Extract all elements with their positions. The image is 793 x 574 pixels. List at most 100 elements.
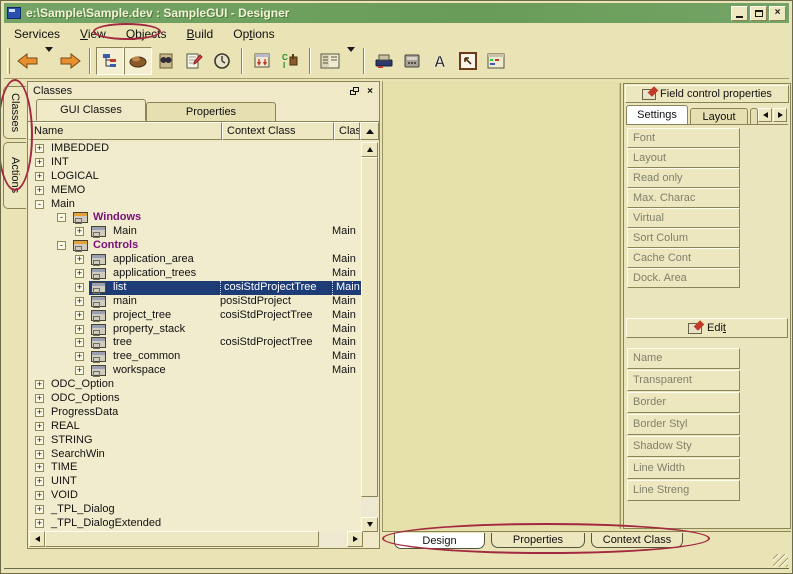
edit-document-button[interactable] [180, 47, 208, 75]
tree-row-imbedded[interactable]: +IMBEDDED [29, 142, 363, 156]
tree-row-application_area[interactable]: +application_areaMain [29, 253, 363, 267]
field-tab-partial[interactable] [750, 108, 758, 124]
property-button-virtual[interactable]: Virtual [627, 208, 740, 228]
property-button-line-width[interactable]: Line Width [627, 458, 740, 479]
property-button-font[interactable]: Font [627, 128, 740, 148]
close-panel-button[interactable]: × [363, 85, 377, 98]
tree-vertical-scrollbar[interactable] [361, 142, 378, 532]
property-button-layout[interactable]: Layout [627, 148, 740, 168]
expand-box[interactable]: + [35, 144, 44, 153]
tree-row-memo[interactable]: +MEMO [29, 184, 363, 198]
import-window-button[interactable] [248, 47, 276, 75]
device-button[interactable] [398, 47, 426, 75]
tree-row-string[interactable]: +STRING [29, 434, 363, 448]
tab-scroll-left-button[interactable] [758, 108, 772, 122]
menu-item-build[interactable]: Build [177, 25, 224, 43]
expand-box[interactable]: + [35, 172, 44, 181]
tree-row-application_trees[interactable]: +application_treesMain [29, 267, 363, 281]
close-button[interactable]: × [769, 6, 786, 21]
expand-box[interactable]: + [35, 394, 44, 403]
tree-row-list[interactable]: +listcosiStdProjectTreeMain [29, 281, 363, 295]
minimize-button[interactable] [731, 6, 748, 21]
tree-row-tree[interactable]: +treecosiStdProjectTreeMain [29, 336, 363, 350]
class-hierarchy-button[interactable] [96, 47, 124, 75]
tree-row-uint[interactable]: +UINT [29, 475, 363, 489]
expand-box[interactable]: + [75, 255, 84, 264]
float-panel-button[interactable] [347, 85, 361, 98]
property-button-shadow-sty[interactable]: Shadow Sty [627, 436, 740, 457]
expand-box[interactable]: + [75, 311, 84, 320]
tree-row-main[interactable]: -Main [29, 198, 363, 212]
property-button-dock-area[interactable]: Dock. Area [627, 268, 740, 288]
dock-tab-classes[interactable]: Classes [3, 86, 26, 139]
field-tab-settings[interactable]: Settings [626, 105, 688, 124]
tree-row-main[interactable]: +MainMain [29, 225, 363, 239]
tree-row-logical[interactable]: +LOGICAL [29, 170, 363, 184]
expand-box[interactable]: + [75, 227, 84, 236]
property-button-sort-colum[interactable]: Sort Colum [627, 228, 740, 248]
tree-row-real[interactable]: +REAL [29, 420, 363, 434]
class-installer-button[interactable]: CI [276, 47, 304, 75]
expand-box[interactable]: + [75, 366, 84, 375]
bottom-tab-design[interactable]: Design [394, 533, 485, 549]
tree-row-void[interactable]: +VOID [29, 489, 363, 503]
menu-item-options[interactable]: Options [223, 25, 284, 43]
column-header-context-class[interactable]: Context Class [222, 122, 334, 140]
expand-box[interactable]: + [35, 450, 44, 459]
column-header-class[interactable]: Class [334, 122, 360, 140]
font-button[interactable]: A [426, 47, 454, 75]
tree-row-_tpl_dialogextended[interactable]: +_TPL_DialogExtended [29, 517, 363, 531]
expand-box[interactable]: + [35, 158, 44, 167]
tree-row-controls[interactable]: -Controls [29, 239, 363, 253]
back-history-button[interactable] [42, 47, 56, 75]
expand-box[interactable]: + [35, 463, 44, 472]
expand-box[interactable]: + [75, 325, 84, 334]
maximize-button[interactable] [750, 6, 767, 21]
bottom-tab-context-class[interactable]: Context Class [591, 533, 683, 548]
menu-item-view[interactable]: View [70, 25, 116, 43]
edit-button[interactable]: Edit [626, 318, 788, 338]
tree-row-tree_common[interactable]: +tree_commonMain [29, 350, 363, 364]
tree-row-property_stack[interactable]: +property_stackMain [29, 323, 363, 337]
panel-splitter[interactable] [619, 83, 621, 529]
expand-box[interactable]: + [35, 408, 44, 417]
tree-row-int[interactable]: +INT [29, 156, 363, 170]
tree-row-odc_options[interactable]: +ODC_Options [29, 392, 363, 406]
expand-box[interactable]: + [35, 519, 44, 528]
design-object-button[interactable] [124, 47, 152, 75]
scroll-up-button[interactable] [361, 142, 378, 157]
field-tab-layout[interactable]: Layout [690, 108, 748, 124]
printer-button[interactable] [370, 47, 398, 75]
scroll-left-button[interactable] [29, 531, 45, 547]
scroll-down-button[interactable] [361, 517, 378, 532]
tab-gui-classes[interactable]: GUI Classes [36, 99, 146, 121]
expand-box[interactable]: + [75, 283, 84, 292]
expand-box[interactable]: + [75, 297, 84, 306]
expand-box[interactable]: + [35, 477, 44, 486]
dock-tab-actions[interactable]: Actions [3, 142, 26, 209]
property-button-transparent[interactable]: Transparent [627, 370, 740, 391]
collapse-box[interactable]: - [35, 200, 44, 209]
clock-button[interactable] [208, 47, 236, 75]
image-viewer-button[interactable] [454, 47, 482, 75]
resize-grip[interactable] [773, 554, 788, 567]
property-button-line-streng[interactable]: Line Streng [627, 480, 740, 501]
form-selector-button[interactable] [316, 47, 344, 75]
property-button-border-styl[interactable]: Border Styl [627, 414, 740, 435]
back-button[interactable] [14, 47, 42, 75]
expand-box[interactable]: + [75, 352, 84, 361]
expand-box[interactable]: + [35, 186, 44, 195]
horizontal-scroll-thumb[interactable] [45, 531, 319, 547]
collapse-box[interactable]: - [57, 213, 66, 222]
tree-row-_tpl_dialog[interactable]: +_TPL_Dialog [29, 503, 363, 517]
bottom-tab-properties[interactable]: Properties [491, 533, 585, 548]
column-header-name[interactable]: Name [29, 122, 222, 140]
menu-item-services[interactable]: Services [4, 25, 70, 43]
vertical-scroll-thumb[interactable] [361, 157, 378, 497]
expand-box[interactable]: + [75, 338, 84, 347]
menu-item-objects[interactable]: Objects [116, 25, 177, 43]
property-button-cache-cont[interactable]: Cache Cont [627, 248, 740, 268]
viewer-button[interactable] [152, 47, 180, 75]
form-editor-button[interactable] [482, 47, 510, 75]
expand-box[interactable]: + [35, 491, 44, 500]
